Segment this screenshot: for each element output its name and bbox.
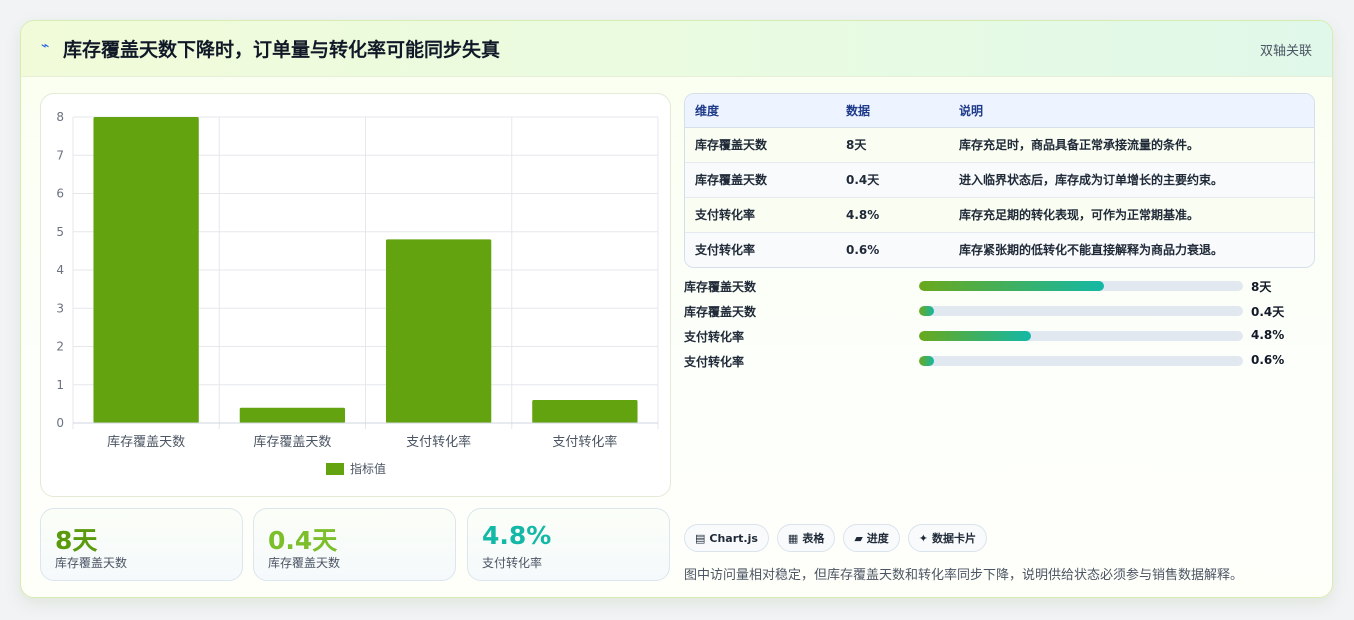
chart-legend[interactable]: 指标值 (326, 460, 386, 477)
progress-label: 库存覆盖天数 (684, 280, 757, 294)
table-header-row: 维度 数据 说明 (685, 94, 1314, 128)
page-title: 库存覆盖天数下降时，订单量与转化率可能同步失真 (63, 39, 501, 61)
table-cell: 支付转化率 (685, 197, 836, 233)
table-cell: 进入临界状态后，库存成为订单增长的主要约束。 (949, 162, 1314, 198)
y-tick-label: 0 (56, 416, 64, 430)
table-cell: 库存充足期的转化表现，可作为正常期基准。 (949, 197, 1314, 233)
bar (532, 400, 638, 423)
progress-value: 4.8% (1251, 328, 1285, 342)
table-cell: 库存覆盖天数 (685, 162, 836, 198)
y-tick-label: 8 (56, 110, 64, 124)
x-tick-label: 库存覆盖天数 (253, 434, 331, 450)
chip-progress[interactable]: ▰ 进度 (843, 524, 900, 552)
progress-fill (919, 281, 1104, 291)
x-tick-label: 支付转化率 (406, 434, 471, 450)
progress-fill (919, 306, 934, 316)
progress-label: 支付转化率 (684, 355, 745, 369)
chip-label: Chart.js (709, 531, 758, 545)
table-row: 库存覆盖天数 8天 库存充足时，商品具备正常承接流量的条件。 (685, 127, 1314, 163)
table-header-data: 数据 (836, 94, 949, 128)
progress-value: 0.6% (1251, 353, 1285, 367)
progress-fill (919, 331, 1031, 341)
y-tick-label: 1 (56, 378, 64, 392)
chip-label: 进度 (866, 532, 889, 545)
data-table: 维度 数据 说明 库存覆盖天数 8天 库存充足时，商品具备正常承接流量的条件。 … (684, 93, 1315, 268)
kpi-value: 4.8% (482, 521, 552, 550)
y-tick-label: 5 (56, 225, 64, 239)
progress-row: 支付转化率 0.6% (684, 351, 1324, 376)
progress-value: 8天 (1251, 280, 1272, 294)
bar (385, 239, 492, 423)
legend-label: 指标值 (350, 462, 387, 476)
y-tick-label: 4 (56, 263, 64, 277)
table-cell: 0.4天 (836, 162, 949, 198)
kpi-value: 0.4天 (268, 526, 338, 555)
chip-data-card[interactable]: ✦ 数据卡片 (907, 524, 988, 552)
y-tick-label: 3 (56, 301, 64, 315)
x-tick-label: 支付转化率 (552, 434, 617, 450)
bar-chart: 0 1 2 3 4 5 6 7 8 库存覆盖天数 库存覆盖天数 支付转化率 支付转化率 (56, 110, 659, 450)
kpi-card-3: 4.8% 支付转化率 (467, 508, 670, 581)
table-row: 库存覆盖天数 0.4天 进入临界状态后，库存成为订单增长的主要约束。 (685, 162, 1314, 198)
kpi-value: 8天 (55, 526, 98, 555)
progress-track (919, 306, 1243, 316)
progress-row: 库存覆盖天数 0.4天 (684, 301, 1324, 326)
bar-chart-panel: 0 1 2 3 4 5 6 7 8 库存覆盖天数 库存覆盖天数 支付转化率 支付转化率 指标值 (40, 93, 671, 497)
table-cell: 库存覆盖天数 (685, 127, 836, 163)
x-tick-label: 库存覆盖天数 (107, 434, 185, 450)
progress-fill (919, 356, 934, 366)
bar (239, 407, 346, 423)
table-row: 支付转化率 0.6% 库存紧张期的低转化不能直接解释为商品力衰退。 (685, 232, 1314, 267)
header-tag: 双轴关联 (1259, 44, 1312, 59)
table-cell: 0.6% (836, 232, 949, 267)
table-cell: 4.8% (836, 197, 949, 233)
y-tick-label: 6 (56, 187, 64, 201)
legend-swatch (326, 462, 344, 475)
chip-label: 数据卡片 (932, 532, 977, 545)
progress-list: 库存覆盖天数 8天 库存覆盖天数 0.4天 支付转化率 4.8% 支付转化率 0… (684, 276, 1324, 376)
card-header: ⌁ 库存覆盖天数下降时，订单量与转化率可能同步失真 双轴关联 (21, 21, 1332, 77)
progress-track (919, 356, 1243, 366)
feature-chips: ▤ Chart.js ▦ 表格 ▰ 进度 ✦ 数据卡片 (684, 524, 988, 552)
kpi-card-1: 8天 库存覆盖天数 (40, 508, 243, 581)
progress-label: 库存覆盖天数 (684, 305, 757, 319)
table-header-note: 说明 (949, 94, 1314, 128)
table-cell: 支付转化率 (685, 232, 836, 267)
progress-row: 支付转化率 4.8% (684, 326, 1324, 351)
table-cell: 8天 (836, 127, 949, 163)
y-tick-label: 7 (56, 148, 64, 162)
sparkle-icon: ✦ (918, 531, 929, 545)
dashboard-card: ⌁ 库存覆盖天数下降时，订单量与转化率可能同步失真 双轴关联 0 1 2 3 4 5 6 7 8… (20, 20, 1333, 598)
chip-table[interactable]: ▦ 表格 (776, 524, 836, 552)
bar (93, 117, 199, 423)
summary-note: 图中访问量相对稳定，但库存覆盖天数和转化率同步下降，说明供给状态必须参与销售数据… (684, 568, 1244, 583)
kpi-label: 库存覆盖天数 (55, 556, 128, 570)
chart-icon: ▤ (695, 531, 706, 545)
kpi-card-2: 0.4天 库存覆盖天数 (253, 508, 456, 581)
table-icon: ▦ (787, 531, 799, 545)
sparkline-icon: ⌁ (41, 38, 50, 54)
chip-chartjs[interactable]: ▤ Chart.js (684, 524, 769, 552)
chip-label: 表格 (802, 532, 825, 545)
table-cell: 库存充足时，商品具备正常承接流量的条件。 (949, 127, 1314, 163)
kpi-label: 库存覆盖天数 (268, 556, 341, 570)
progress-value: 0.4天 (1251, 305, 1285, 319)
progress-label: 支付转化率 (684, 330, 745, 344)
progress-icon: ▰ (854, 531, 863, 545)
table-header-dimension: 维度 (685, 94, 836, 128)
progress-track (919, 331, 1243, 341)
progress-track (919, 281, 1243, 291)
kpi-label: 支付转化率 (482, 556, 543, 570)
y-tick-label: 2 (56, 340, 64, 354)
table-row: 支付转化率 4.8% 库存充足期的转化表现，可作为正常期基准。 (685, 197, 1314, 233)
progress-row: 库存覆盖天数 8天 (684, 276, 1324, 301)
table-cell: 库存紧张期的低转化不能直接解释为商品力衰退。 (949, 232, 1314, 267)
